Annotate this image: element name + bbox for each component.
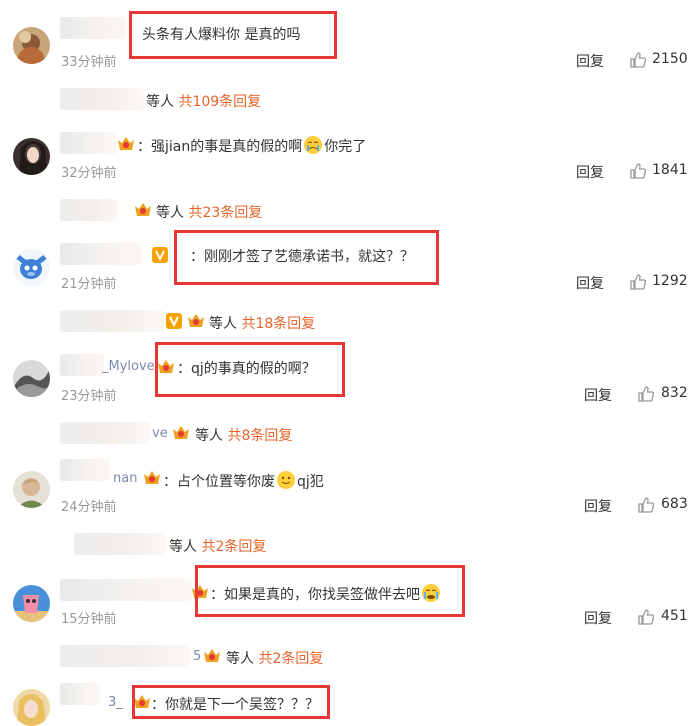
reply-username-blurred — [60, 88, 144, 110]
username-blurred[interactable] — [60, 17, 126, 39]
tears-emoji-icon — [421, 583, 441, 603]
comment-text: ：刚刚才签了艺德承诺书，就这？？ — [190, 249, 414, 265]
reply-summary-text: 等人 共2条回复 — [169, 539, 267, 555]
thumbs-up-icon[interactable] — [629, 51, 647, 69]
comment-item: ：刚刚才签了艺德承诺书，就这？？ 21分钟前 回复 1292 等人 共18条回复 — [0, 234, 695, 345]
reply-count-link[interactable]: 共23条回复 — [188, 205, 262, 221]
reply-summary-text: 等人 共23条回复 — [156, 205, 263, 221]
reply-username-blurred — [60, 422, 150, 444]
reply-summary[interactable]: ve 等人 共8条回复 — [60, 418, 695, 450]
smile-emoji-icon — [276, 470, 296, 490]
fan-crown-icon — [134, 202, 152, 218]
comment-item: ：强jian的事是真的假的啊 你完了 32分钟前 回复 1841 等人 共23条回… — [0, 123, 695, 234]
comment-item: 3_ ：你就是下一个吴签？？？ — [0, 678, 695, 726]
username-blurred[interactable] — [60, 243, 142, 265]
comment-time: 33分钟前 — [61, 55, 117, 70]
fan-crown-icon — [187, 313, 205, 329]
like-count: 1292 — [652, 273, 688, 289]
reply-button[interactable]: 回复 — [584, 496, 612, 516]
like-count: 832 — [661, 385, 688, 401]
comment-time: 15分钟前 — [61, 612, 117, 627]
comment-time: 32分钟前 — [61, 166, 117, 181]
comment-item: ：如果是真的，你找吴签做伴去吧 15分钟前 回复 451 5 等人 共2条回复 — [0, 567, 695, 678]
reply-button[interactable]: 回复 — [576, 162, 604, 182]
reply-username: ve — [152, 426, 168, 441]
avatar[interactable] — [13, 27, 50, 64]
like-count: 1841 — [652, 162, 688, 178]
like-count: 2150 — [652, 51, 688, 67]
reply-username-blurred — [60, 645, 190, 667]
thumbs-up-icon[interactable] — [629, 162, 647, 180]
reply-summary-text: 等人 共18条回复 — [209, 316, 316, 332]
avatar[interactable] — [13, 138, 50, 175]
comment-item: 头条有人爆料你 是真的吗 33分钟前 回复 2150 等人 共109条回复 — [0, 12, 695, 123]
avatar[interactable] — [13, 585, 50, 622]
reply-button[interactable]: 回复 — [576, 51, 604, 71]
reply-summary[interactable]: 等人 共109条回复 — [60, 84, 695, 116]
reply-username-blurred — [60, 310, 164, 332]
avatar[interactable] — [13, 689, 50, 726]
comment-text: ：你就是下一个吴签？？？ — [151, 697, 319, 713]
like-count: 451 — [661, 608, 688, 624]
username[interactable]: _Mylove — [102, 359, 155, 374]
reply-count-link[interactable]: 共8条回复 — [227, 428, 292, 444]
reply-count-link[interactable]: 共2条回复 — [201, 539, 266, 555]
reply-button[interactable]: 回复 — [584, 608, 612, 628]
comment-time: 23分钟前 — [61, 389, 117, 404]
thumbs-up-icon[interactable] — [629, 273, 647, 291]
username-blurred[interactable] — [60, 132, 116, 154]
reply-username: 5 — [193, 649, 202, 664]
username-blurred[interactable] — [60, 579, 192, 601]
comment-text: ：强jian的事是真的假的啊 你完了 — [137, 135, 366, 156]
like-count: 683 — [661, 496, 688, 512]
reply-summary[interactable]: 等人 共18条回复 — [60, 306, 695, 338]
reply-count-link[interactable]: 共109条回复 — [178, 94, 261, 110]
fan-crown-icon — [133, 694, 151, 710]
reply-summary-text: 等人 共109条回复 — [146, 94, 262, 110]
avatar[interactable] — [13, 471, 50, 508]
reply-summary-text: 等人 共2条回复 — [226, 651, 324, 667]
comment-text: ：占个位置等你废 qj犯 — [163, 470, 324, 491]
avatar[interactable] — [13, 360, 50, 397]
thumbs-up-icon[interactable] — [637, 608, 655, 626]
username-blurred[interactable] — [60, 354, 104, 376]
username[interactable]: nan — [113, 471, 137, 486]
vip-badge-icon — [152, 247, 170, 263]
fan-crown-icon — [143, 470, 161, 486]
thumbs-up-icon[interactable] — [637, 496, 655, 514]
comment-time: 21分钟前 — [61, 277, 117, 292]
crying-emoji-icon — [303, 135, 323, 155]
reply-summary[interactable]: 5 等人 共2条回复 — [60, 641, 695, 673]
comment-text: ：如果是真的，你找吴签做伴去吧 — [210, 583, 442, 604]
reply-username-blurred — [74, 533, 166, 555]
username-blurred[interactable] — [60, 683, 100, 705]
reply-summary[interactable]: 等人 共2条回复 — [60, 529, 695, 561]
fan-crown-icon — [191, 584, 209, 600]
fan-crown-icon — [157, 359, 175, 375]
reply-summary-text: 等人 共8条回复 — [195, 428, 293, 444]
comment-text: ：qj的事真的假的啊？ — [177, 361, 316, 377]
thumbs-up-icon[interactable] — [637, 385, 655, 403]
vip-badge-icon — [166, 313, 184, 329]
fan-crown-icon — [203, 648, 221, 664]
reply-count-link[interactable]: 共2条回复 — [258, 651, 323, 667]
comment-item: _Mylove ：qj的事真的假的啊？ 23分钟前 回复 832 ve 等人 共… — [0, 345, 695, 456]
fan-crown-icon — [172, 425, 190, 441]
reply-username-blurred — [60, 199, 118, 221]
reply-summary[interactable]: 等人 共23条回复 — [60, 195, 695, 227]
username[interactable]: 3_ — [108, 695, 123, 710]
reply-button[interactable]: 回复 — [576, 273, 604, 293]
comment-text: 头条有人爆料你 是真的吗 — [142, 27, 301, 43]
reply-count-link[interactable]: 共18条回复 — [241, 316, 315, 332]
fan-crown-icon — [117, 136, 135, 152]
comment-item: nan ：占个位置等你废 qj犯 24分钟前 回复 683 等人 共2条回复 — [0, 456, 695, 567]
comment-time: 24分钟前 — [61, 500, 117, 515]
reply-button[interactable]: 回复 — [584, 385, 612, 405]
avatar[interactable] — [13, 249, 50, 286]
username-blurred[interactable] — [60, 459, 110, 481]
